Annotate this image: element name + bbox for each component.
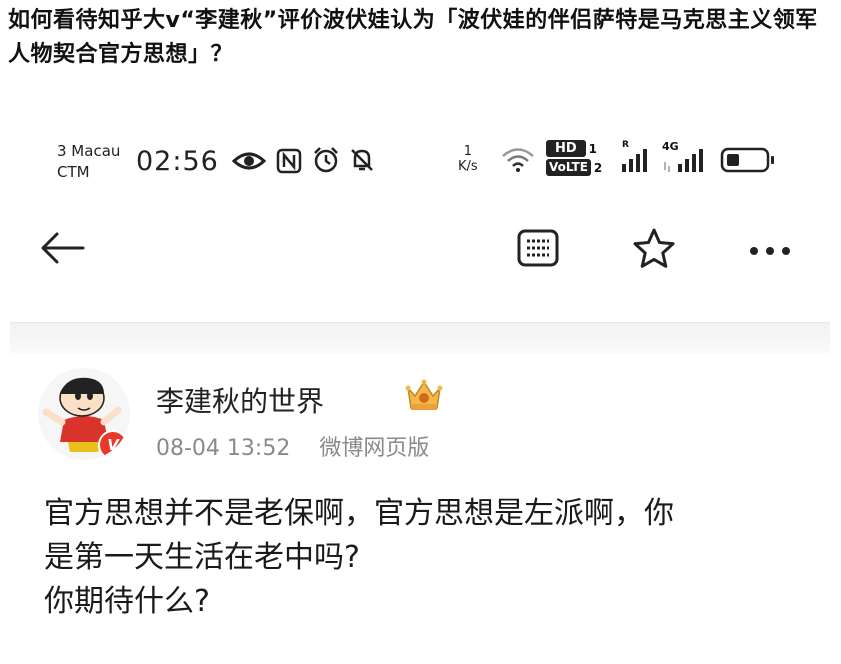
section-divider: [10, 322, 830, 353]
phone-screenshot: 3 Macau CTM 02:56 1 K/s HD 1 VoLTE 2 R 4…: [10, 118, 830, 664]
question-title: 如何看待知乎大v“李建秋”评价波伏娃认为「波伏娃的伴侣萨特是马克思主义领军人物契…: [8, 8, 818, 67]
post-time: 08-04 13:52: [156, 436, 291, 461]
star-icon: [632, 227, 676, 273]
roaming-label: R: [622, 140, 629, 150]
verified-v-icon: V: [98, 430, 128, 460]
crown-badge-icon: [404, 378, 444, 418]
network-speed: 1 K/s: [458, 144, 478, 174]
mute-icon: [348, 146, 376, 178]
wifi-icon: [500, 146, 536, 178]
network-type-label: 4G: [662, 140, 679, 153]
network-speed-unit: K/s: [458, 159, 478, 174]
more-icon: [749, 241, 791, 260]
reader-mode-button[interactable]: [516, 228, 560, 272]
eye-comfort-icon: [231, 150, 267, 176]
post-line: 是第一天生活在老中吗?: [44, 540, 360, 575]
network-speed-value: 1: [463, 144, 472, 159]
back-button[interactable]: [39, 228, 85, 272]
verified-v-label: V: [107, 436, 119, 454]
post-source: 微博网页版: [319, 436, 430, 461]
post-meta: 08-04 13:52 微博网页版: [156, 430, 429, 462]
volte-badge: VoLTE: [546, 159, 591, 176]
status-time: 02:56: [136, 146, 219, 177]
author-name[interactable]: 李建秋的世界: [156, 380, 324, 420]
alarm-icon: [312, 146, 340, 178]
post-line: 你期待什么?: [44, 584, 210, 619]
status-bar: 3 Macau CTM 02:56 1 K/s HD 1 VoLTE 2 R 4…: [10, 138, 830, 186]
favorite-button[interactable]: [632, 228, 676, 272]
post-header: V 李建秋的世界 08-04 13:52 微博网页版: [38, 368, 818, 468]
hd-badge: HD: [546, 140, 586, 157]
hd-volte-indicator: HD 1 VoLTE 2: [546, 140, 602, 176]
top-toolbar: [10, 218, 830, 278]
carrier-name: 3 Macau: [57, 142, 121, 160]
battery-icon: [720, 147, 776, 177]
more-button[interactable]: [748, 228, 792, 272]
avatar[interactable]: V: [38, 368, 130, 460]
reader-mode-icon: [517, 229, 559, 271]
carrier-operator: CTM: [57, 163, 90, 181]
signal-icon: R: [620, 140, 654, 178]
post-line: 官方思想并不是老保啊，官方思想是左派啊，你: [44, 496, 674, 531]
hd-sim: 1: [588, 141, 598, 156]
carrier-info: 3 Macau CTM: [57, 141, 120, 183]
back-arrow-icon: [39, 232, 85, 268]
volte-sim: 2: [593, 160, 603, 175]
signal-4g-icon: 4G: [662, 140, 708, 178]
nfc-icon: [276, 148, 302, 178]
post-body: 官方思想并不是老保啊，官方思想是左派啊，你 是第一天生活在老中吗? 你期待什么?: [44, 492, 804, 624]
